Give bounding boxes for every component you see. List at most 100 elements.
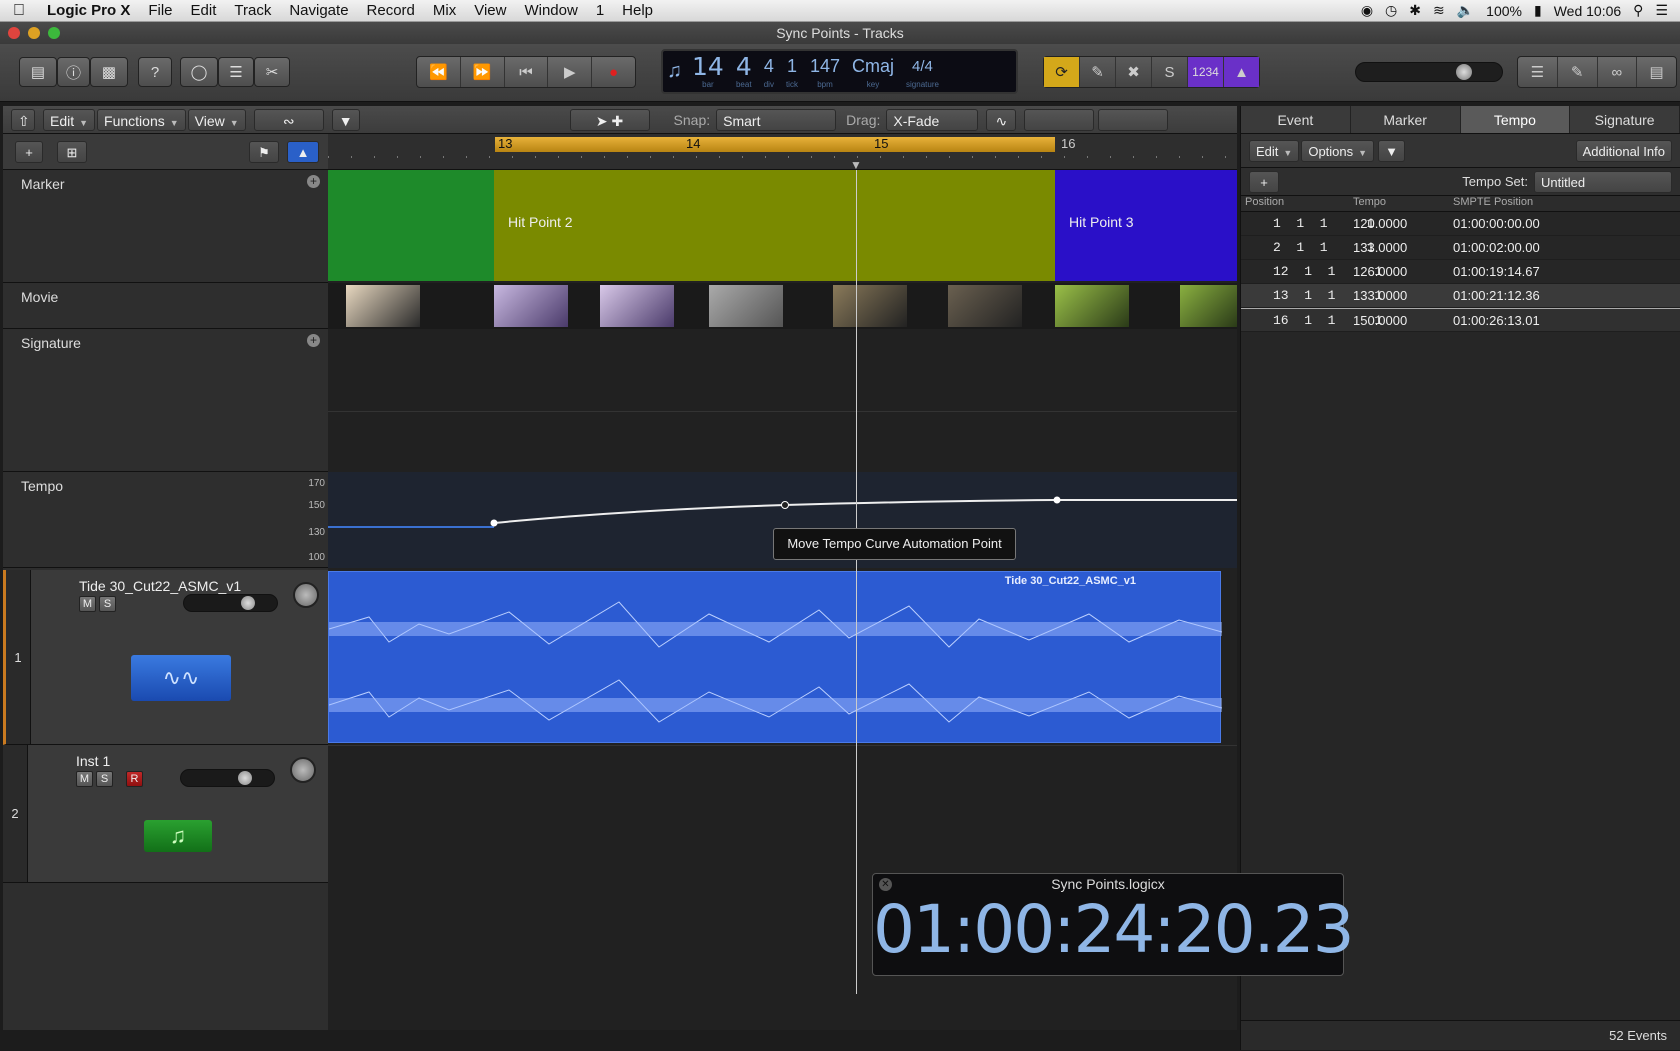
volume-knob[interactable] — [238, 771, 252, 785]
menu-track[interactable]: Track — [225, 2, 280, 19]
pan-knob[interactable] — [293, 582, 319, 608]
new-track-stack-button[interactable]: ⊞ — [57, 141, 87, 163]
menu-navigate[interactable]: Navigate — [280, 2, 357, 19]
drag-select[interactable]: X-Fade — [886, 108, 979, 131]
tuner-icon[interactable]: ♫ — [663, 51, 686, 92]
view-menu[interactable]: View ▼ — [187, 108, 246, 131]
tool-menus[interactable]: ➤ ✚ — [569, 108, 650, 131]
toolbar-toggle-button[interactable]: ▩ — [90, 57, 128, 87]
mute-button[interactable]: M — [79, 596, 96, 612]
spotlight-icon[interactable]: ⚲ — [1633, 2, 1643, 19]
filter-button[interactable]: ▼ — [331, 108, 360, 131]
master-volume-knob[interactable] — [1456, 64, 1472, 80]
play-button[interactable]: ▶ — [548, 57, 593, 87]
go-to-start-button[interactable]: ⏮ — [505, 57, 549, 87]
menu-mix[interactable]: Mix — [424, 2, 465, 19]
audio-region[interactable]: Tide 30_Cut22_ASMC_v1 — [328, 571, 1222, 743]
track-2-header[interactable]: 2 Inst 1 M S R ♫ — [3, 745, 328, 883]
horizontal-zoom-slider[interactable] — [1098, 108, 1169, 131]
browser-button[interactable]: ▤ — [1637, 57, 1676, 87]
automation-buttons[interactable]: ∾ — [253, 108, 324, 131]
menubar-clock[interactable]: Wed 10:06 — [1554, 3, 1621, 19]
solo-button[interactable]: S — [96, 771, 113, 787]
list-row[interactable]: 13 1 1 1 133.0000 01:00:21:12.36 — [1241, 284, 1680, 308]
replace-button[interactable]: ✖ — [1116, 57, 1152, 87]
volume-slider[interactable] — [180, 769, 275, 787]
snap-select[interactable]: Smart — [716, 108, 837, 131]
menu-window[interactable]: Window — [515, 2, 586, 19]
menu-file[interactable]: File — [139, 2, 181, 19]
cycle-button[interactable]: ⟳ — [1044, 57, 1080, 87]
count-in-button[interactable]: 1234 — [1188, 57, 1224, 87]
tab-marker[interactable]: Marker — [1351, 106, 1461, 133]
vertical-zoom-slider[interactable] — [1024, 108, 1095, 131]
editors-button[interactable]: ✂ — [254, 57, 290, 87]
mixer-button[interactable]: ☰ — [218, 57, 254, 87]
volume-knob[interactable] — [241, 596, 255, 610]
global-tracks-toggle[interactable]: ▲ — [287, 141, 319, 163]
tab-signature[interactable]: Signature — [1570, 106, 1680, 133]
apple-icon[interactable]:  — [0, 2, 38, 20]
list-options-menu[interactable]: Options ▼ — [1301, 139, 1375, 162]
waveform-zoom-button[interactable]: ∿ — [986, 108, 1017, 131]
inspector-button[interactable]: ⓘ — [57, 57, 90, 87]
marker-track-header[interactable]: Marker + — [3, 170, 328, 283]
menu-1[interactable]: 1 — [587, 2, 613, 19]
up-arrow-button[interactable]: ⇧ — [11, 108, 35, 131]
add-tempo-button[interactable]: + — [1249, 170, 1279, 193]
list-edit-menu[interactable]: Edit ▼ — [1249, 139, 1300, 162]
marker-region-1[interactable] — [328, 170, 494, 281]
col-smpte[interactable]: SMPTE Position — [1447, 196, 1680, 211]
playhead-line[interactable] — [856, 170, 857, 994]
col-tempo[interactable]: Tempo — [1347, 196, 1447, 211]
master-volume-slider[interactable] — [1355, 62, 1503, 82]
notification-center-icon[interactable]: ☰ — [1655, 2, 1668, 19]
edit-menu[interactable]: Edit ▼ — [43, 108, 96, 131]
metronome-button[interactable]: ▲ — [1224, 57, 1259, 87]
volume-slider[interactable] — [183, 594, 278, 612]
menu-view[interactable]: View — [465, 2, 515, 19]
menu-record[interactable]: Record — [358, 2, 424, 19]
mute-button[interactable]: M — [76, 771, 93, 787]
loop-browser-button[interactable]: ∞ — [1598, 57, 1638, 87]
notepad-button[interactable]: ✎ — [1558, 57, 1598, 87]
list-filter-button[interactable]: ▼ — [1378, 139, 1405, 162]
volume-icon[interactable]: 🔈 — [1457, 2, 1474, 19]
list-row[interactable]: 1 1 1 1 120.0000 01:00:00:00.00 — [1241, 212, 1680, 236]
notification-icon[interactable]: ◉ — [1361, 2, 1373, 19]
quick-help-button[interactable]: ? — [138, 57, 172, 87]
list-row[interactable]: 12 1 1 1 126.0000 01:00:19:14.67 — [1241, 260, 1680, 284]
minimize-window-button[interactable] — [28, 27, 40, 39]
playhead-icon[interactable]: ▼ — [850, 158, 862, 169]
list-row[interactable]: 2 1 1 1 133.0000 01:00:02:00.00 — [1241, 236, 1680, 260]
track-name[interactable]: Inst 1 — [76, 753, 110, 769]
tempo-set-select[interactable]: Untitled — [1534, 170, 1672, 193]
new-track-button[interactable]: + — [15, 141, 43, 163]
marker-region-hit-point-2[interactable]: Hit Point 2 — [494, 170, 1055, 281]
bluetooth-icon[interactable]: ✱ — [1409, 2, 1421, 19]
battery-icon[interactable]: ▮ — [1534, 2, 1542, 19]
autopunch-button[interactable]: ✎ — [1080, 57, 1116, 87]
marker-region-hit-point-3[interactable]: Hit Point 3 — [1055, 170, 1237, 281]
lcd-display[interactable]: ♫ 14 bar 4 beat 4 div 1 tick 147 bpm Cmaj key … — [661, 49, 1018, 94]
list-row[interactable]: 16 1 1 1 150.0000 01:00:26:13.01 — [1241, 308, 1680, 332]
track-name[interactable]: Tide 30_Cut22_ASMC_v1 — [79, 578, 241, 594]
col-position[interactable]: Position — [1241, 196, 1347, 211]
record-button[interactable]: ● — [592, 57, 635, 87]
big-time-display[interactable]: ✕ Sync Points.logicx 01:00:24:20.23 — [872, 873, 1355, 976]
list-editors-button[interactable]: ☰ — [1518, 57, 1558, 87]
cycle-area[interactable] — [495, 137, 1055, 152]
tab-tempo[interactable]: Tempo — [1460, 106, 1571, 133]
solo-button[interactable]: S — [1152, 57, 1188, 87]
functions-menu[interactable]: Functions ▼ — [97, 108, 186, 131]
zoom-window-button[interactable] — [48, 27, 60, 39]
wifi-icon[interactable]: ≋ — [1433, 2, 1445, 19]
solo-button[interactable]: S — [99, 596, 116, 612]
track-1-header[interactable]: 1 Tide 30_Cut22_ASMC_v1 M S ∿∿ — [3, 570, 328, 745]
signature-track-header[interactable]: Signature + — [3, 329, 328, 472]
pan-knob[interactable] — [290, 757, 316, 783]
add-marker-icon[interactable]: + — [307, 175, 320, 188]
record-enable-button[interactable]: R — [126, 771, 143, 787]
movie-track-header[interactable]: Movie — [3, 283, 328, 329]
rewind-button[interactable]: ⏪ — [417, 57, 461, 87]
